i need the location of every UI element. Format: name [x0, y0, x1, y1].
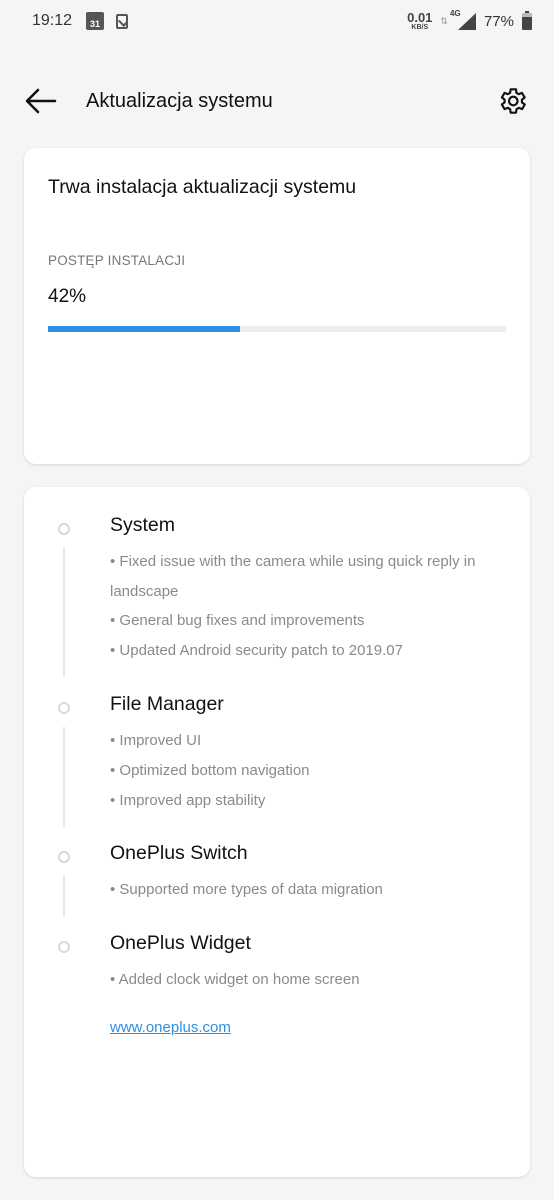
download-notification-icon	[116, 13, 129, 29]
timeline-dot	[58, 941, 70, 953]
app-bar: Aktualizacja systemu	[0, 72, 554, 132]
back-button[interactable]	[24, 86, 58, 116]
timeline-line	[63, 727, 65, 827]
net-speed-value: 0.01	[407, 10, 433, 25]
progress-bar-fill	[48, 326, 241, 332]
list-item: • Updated Android security patch to 2019…	[110, 642, 403, 659]
battery-percent: 77%	[483, 12, 514, 30]
data-activity-icon: ⇅	[440, 15, 448, 26]
list-item: • Supported more types of data migration	[110, 881, 383, 898]
section-title-system: System	[110, 514, 176, 536]
signal-icon: 4G	[450, 9, 476, 30]
section-title-oneplus-widget: OnePlus Widget	[110, 932, 251, 954]
progress-bar	[48, 326, 506, 332]
progress-label: POSTĘP INSTALACJI	[48, 253, 186, 268]
status-right: 0.01 KB/S ⇅ 4G 77%	[407, 9, 532, 31]
list-item: • Fixed issue with the camera while usin…	[110, 553, 476, 600]
timeline-dot	[58, 702, 70, 714]
section-title-oneplus-switch: OnePlus Switch	[110, 842, 248, 864]
page-title: Aktualizacja systemu	[86, 90, 273, 112]
net-speed: 0.01 KB/S	[407, 11, 432, 31]
list-item: • Improved UI	[110, 732, 202, 749]
status-time: 19:12	[32, 12, 73, 29]
changelog-card: System • Fixed issue with the camera whi…	[24, 487, 530, 1177]
list-item: • Optimized bottom navigation	[110, 762, 310, 779]
list-item: • General bug fixes and improvements	[110, 612, 365, 629]
settings-button[interactable]	[496, 85, 528, 117]
gear-icon	[500, 88, 526, 114]
calendar-icon: 31	[86, 12, 105, 30]
list-item: • Improved app stability	[110, 792, 266, 809]
timeline-dot	[58, 851, 70, 863]
battery-icon	[522, 10, 532, 30]
install-title: Trwa instalacja aktualizacji systemu	[48, 176, 357, 198]
net-speed-unit: KB/S	[411, 24, 429, 31]
timeline-line	[63, 547, 65, 677]
list-item: • Added clock widget on home screen	[110, 971, 360, 988]
oneplus-website-link[interactable]: www.oneplus.com	[110, 1019, 231, 1036]
timeline-dot	[58, 523, 70, 535]
section-title-file-manager: File Manager	[110, 693, 224, 715]
timeline-line	[63, 876, 65, 916]
status-bar: 19:12 31 0.01 KB/S ⇅ 4G 77%	[0, 0, 554, 42]
progress-percent: 42%	[48, 286, 87, 307]
install-progress-card: Trwa instalacja aktualizacji systemu POS…	[24, 148, 530, 464]
arrow-back-icon	[25, 88, 57, 114]
